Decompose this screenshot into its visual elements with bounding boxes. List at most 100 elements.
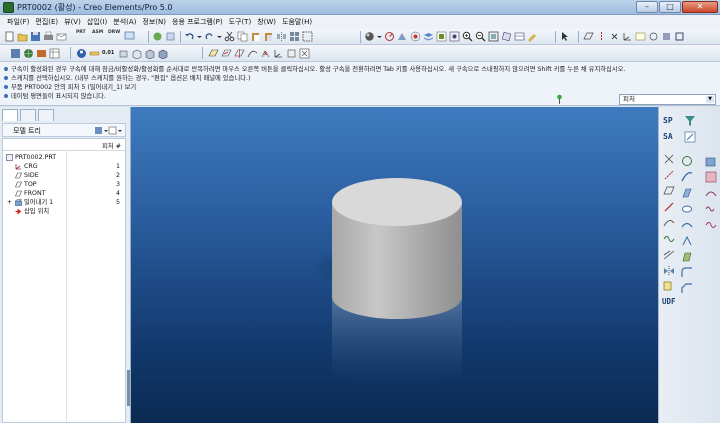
zoom-out-icon[interactable] [475, 31, 486, 42]
paste-icon[interactable] [250, 31, 261, 42]
datum-point-icon[interactable] [260, 48, 271, 59]
cube-icon[interactable] [131, 48, 142, 60]
fit-icon[interactable] [488, 31, 499, 42]
material-icon[interactable] [36, 48, 47, 59]
spin-display-icon[interactable] [648, 31, 659, 42]
datum-point-tool-icon[interactable] [663, 153, 675, 165]
swept-blend-icon[interactable] [705, 187, 717, 199]
cut-icon[interactable] [224, 31, 235, 42]
tree-item-part[interactable]: PRT0002.PRT [3, 153, 125, 162]
model-view[interactable] [131, 107, 658, 423]
funnel-icon[interactable] [684, 115, 696, 127]
tree-item-top[interactable]: TOP 3 [3, 180, 125, 189]
sketch-plane-icon[interactable] [221, 48, 232, 59]
context-help-icon[interactable] [560, 31, 571, 42]
zoom-in-icon[interactable] [462, 31, 473, 42]
helical-sweep-icon[interactable] [705, 203, 717, 215]
warp-icon[interactable] [705, 219, 717, 231]
menu-analysis[interactable]: 분석(A) [110, 15, 139, 29]
tree-item-extrude[interactable]: + 밀어내기 1 5 [3, 198, 125, 207]
extra-display-icon[interactable] [674, 31, 685, 42]
sweep-icon[interactable] [681, 171, 693, 183]
display-style-icon[interactable] [661, 31, 672, 42]
rib-icon[interactable] [681, 235, 693, 247]
print-icon[interactable] [43, 31, 54, 42]
tree-item-front[interactable]: FRONT 4 [3, 189, 125, 198]
regenerate-icon[interactable] [152, 31, 163, 42]
datum-close-icon[interactable] [299, 48, 310, 59]
graphics-window[interactable] [131, 107, 658, 423]
point-display-icon[interactable] [609, 31, 620, 42]
reorient-icon[interactable] [501, 31, 512, 42]
distance-measure-icon[interactable] [76, 48, 87, 59]
mirror-icon[interactable] [276, 31, 287, 42]
draft-icon[interactable] [681, 251, 693, 263]
tree-settings-icon[interactable] [94, 126, 108, 135]
tab-model-tree[interactable] [2, 109, 18, 121]
datum-display-icon[interactable] [583, 31, 594, 42]
menu-insert[interactable]: 삽입(I) [84, 15, 110, 29]
tree-item-side[interactable]: SIDE 2 [3, 171, 125, 180]
panel-splitter[interactable] [127, 370, 130, 406]
datum-plane-tool-icon[interactable] [663, 185, 675, 197]
undo-icon[interactable] [184, 31, 195, 42]
copy-tool-icon[interactable] [663, 281, 675, 293]
spin-center-icon[interactable] [410, 31, 421, 42]
datum-csys-icon[interactable] [273, 48, 284, 59]
revolve-icon[interactable] [681, 155, 693, 167]
redo-icon[interactable] [204, 31, 215, 42]
tree-columns-icon[interactable] [108, 126, 122, 135]
sp-button[interactable]: SP [663, 116, 673, 125]
menu-info[interactable]: 정보(N) [139, 15, 169, 29]
expand-toggle[interactable]: + [7, 198, 12, 207]
saved-views-icon[interactable] [514, 31, 525, 42]
feature-number-column[interactable]: 피처 # [102, 141, 121, 150]
new-assembly-icon[interactable]: ASM [92, 30, 106, 41]
window-icon[interactable] [124, 30, 135, 41]
model-player-icon[interactable] [10, 48, 21, 59]
csys-display-icon[interactable] [622, 31, 633, 42]
menu-edit[interactable]: 편집(E) [32, 15, 61, 29]
tree-item-insert-here[interactable]: 삽입 위치 [3, 207, 125, 216]
menu-help[interactable]: 도움말(H) [279, 15, 315, 29]
blend-icon[interactable] [681, 187, 693, 199]
repaint-icon[interactable] [527, 31, 538, 42]
new-drawing-icon[interactable]: DRW [108, 30, 122, 41]
shading-icon[interactable] [364, 31, 375, 42]
datum-axis-icon[interactable] [234, 48, 245, 59]
shaded-cube-icon[interactable] [157, 48, 168, 60]
menu-applications[interactable]: 응용 프로그램(P) [169, 15, 226, 29]
tree-item-csys[interactable]: CRG 1 [3, 162, 125, 171]
box-icon[interactable] [118, 48, 129, 59]
pattern-icon[interactable] [289, 31, 300, 42]
udf-button[interactable]: UDF [662, 297, 676, 306]
open-folder-icon[interactable] [17, 31, 28, 42]
menu-tools[interactable]: 도구(T) [226, 15, 255, 29]
pattern-tool-icon[interactable] [663, 249, 675, 261]
paste-special-icon[interactable] [263, 31, 274, 42]
mirror-tool-icon[interactable] [663, 265, 675, 277]
tab-favorites[interactable] [38, 109, 54, 121]
shell-icon[interactable] [681, 219, 693, 231]
tab-folder-browser[interactable] [20, 109, 36, 121]
refit-icon[interactable] [449, 31, 460, 42]
select-box-icon[interactable] [302, 31, 313, 42]
extrude-tool-icon[interactable] [705, 155, 717, 167]
orient-icon[interactable] [397, 31, 408, 42]
model-scale-icon[interactable]: 0.01 [102, 48, 116, 59]
annotation-display-icon[interactable] [635, 31, 646, 42]
hole-icon[interactable] [681, 203, 693, 215]
axis-display-icon[interactable] [596, 31, 607, 42]
globe-icon[interactable] [23, 48, 34, 59]
datum-axis-tool-icon[interactable] [663, 169, 675, 181]
menu-window[interactable]: 창(W) [254, 15, 279, 29]
plane-icon[interactable] [208, 48, 219, 59]
appearance-icon[interactable] [436, 31, 447, 42]
chevron-down-icon[interactable]: ▼ [706, 96, 714, 103]
layers-icon[interactable] [423, 31, 434, 42]
spline-tool-icon[interactable] [663, 233, 675, 245]
undo-dropdown-icon[interactable] [197, 31, 202, 42]
minimize-button[interactable]: – [636, 1, 658, 13]
section-icon[interactable] [144, 48, 155, 60]
email-icon[interactable] [56, 31, 67, 42]
